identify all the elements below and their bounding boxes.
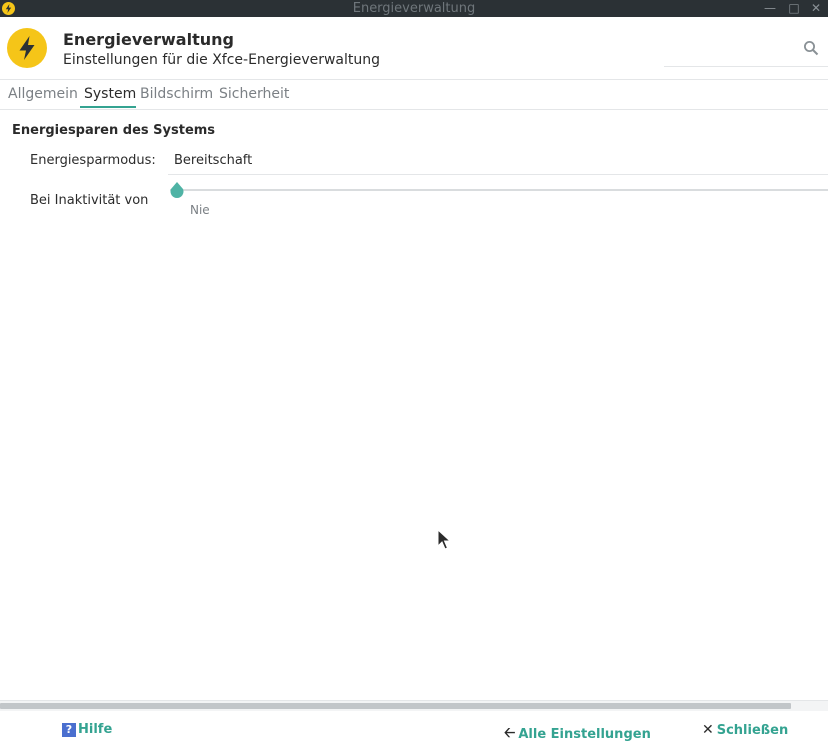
minimize-button[interactable]: — — [762, 0, 778, 17]
all-settings-button-label: Alle Einstellungen — [518, 726, 651, 742]
active-tab-indicator — [80, 106, 136, 108]
sleep-mode-combobox[interactable]: Bereitschaft — [168, 148, 828, 175]
tab-system[interactable]: System — [84, 86, 136, 102]
close-button[interactable]: ✕ Schließen — [702, 722, 788, 738]
power-manager-window: Energieverwaltung — □ ✕ Energieverwaltun… — [0, 0, 828, 748]
sleep-mode-value: Bereitschaft — [174, 153, 253, 168]
tab-bildschirm[interactable]: Bildschirm — [140, 86, 213, 102]
dialog-footer: ? Hilfe 🡠 Alle Einstellungen ✕ Schließen — [0, 711, 828, 748]
title-bar: Energieverwaltung — □ ✕ — [0, 0, 828, 17]
inactivity-label: Bei Inaktivität von — [30, 193, 149, 208]
help-button[interactable]: ? Hilfe — [62, 722, 112, 737]
lightning-icon — [7, 28, 47, 68]
inactivity-slider-handle[interactable] — [169, 181, 185, 199]
search-input[interactable] — [664, 34, 800, 64]
window-title: Energieverwaltung — [352, 1, 476, 16]
sleep-mode-label: Energiesparmodus: — [30, 153, 156, 168]
search-icon[interactable] — [803, 40, 819, 56]
search-box — [664, 34, 828, 67]
section-title: Energiesparen des Systems — [12, 123, 216, 138]
close-window-button[interactable]: ✕ — [808, 0, 824, 17]
mouse-pointer-icon — [437, 529, 451, 550]
maximize-button[interactable]: □ — [786, 0, 802, 17]
all-settings-button[interactable]: 🡠 Alle Einstellungen — [504, 722, 651, 746]
arrow-left-icon: 🡠 — [504, 725, 516, 741]
scrollbar-thumb[interactable] — [0, 703, 791, 709]
tab-allgemein[interactable]: Allgemein — [8, 86, 78, 102]
inactivity-slider-track[interactable] — [170, 189, 828, 191]
horizontal-scrollbar[interactable] — [0, 700, 828, 711]
dialog-header: Energieverwaltung Einstellungen für die … — [0, 17, 828, 79]
close-icon: ✕ — [702, 722, 714, 738]
close-button-label: Schließen — [716, 722, 789, 738]
tab-bar: Allgemein System Bildschirm Sicherheit — [0, 80, 828, 110]
inactivity-value: Nie — [190, 203, 210, 217]
tab-sicherheit[interactable]: Sicherheit — [219, 86, 289, 102]
help-icon: ? — [62, 722, 76, 737]
lightning-icon[interactable] — [2, 2, 15, 15]
page-subtitle: Einstellungen für die Xfce-Energieverwal… — [63, 52, 381, 68]
help-button-label: Hilfe — [78, 722, 113, 737]
page-title: Energieverwaltung — [63, 30, 234, 49]
